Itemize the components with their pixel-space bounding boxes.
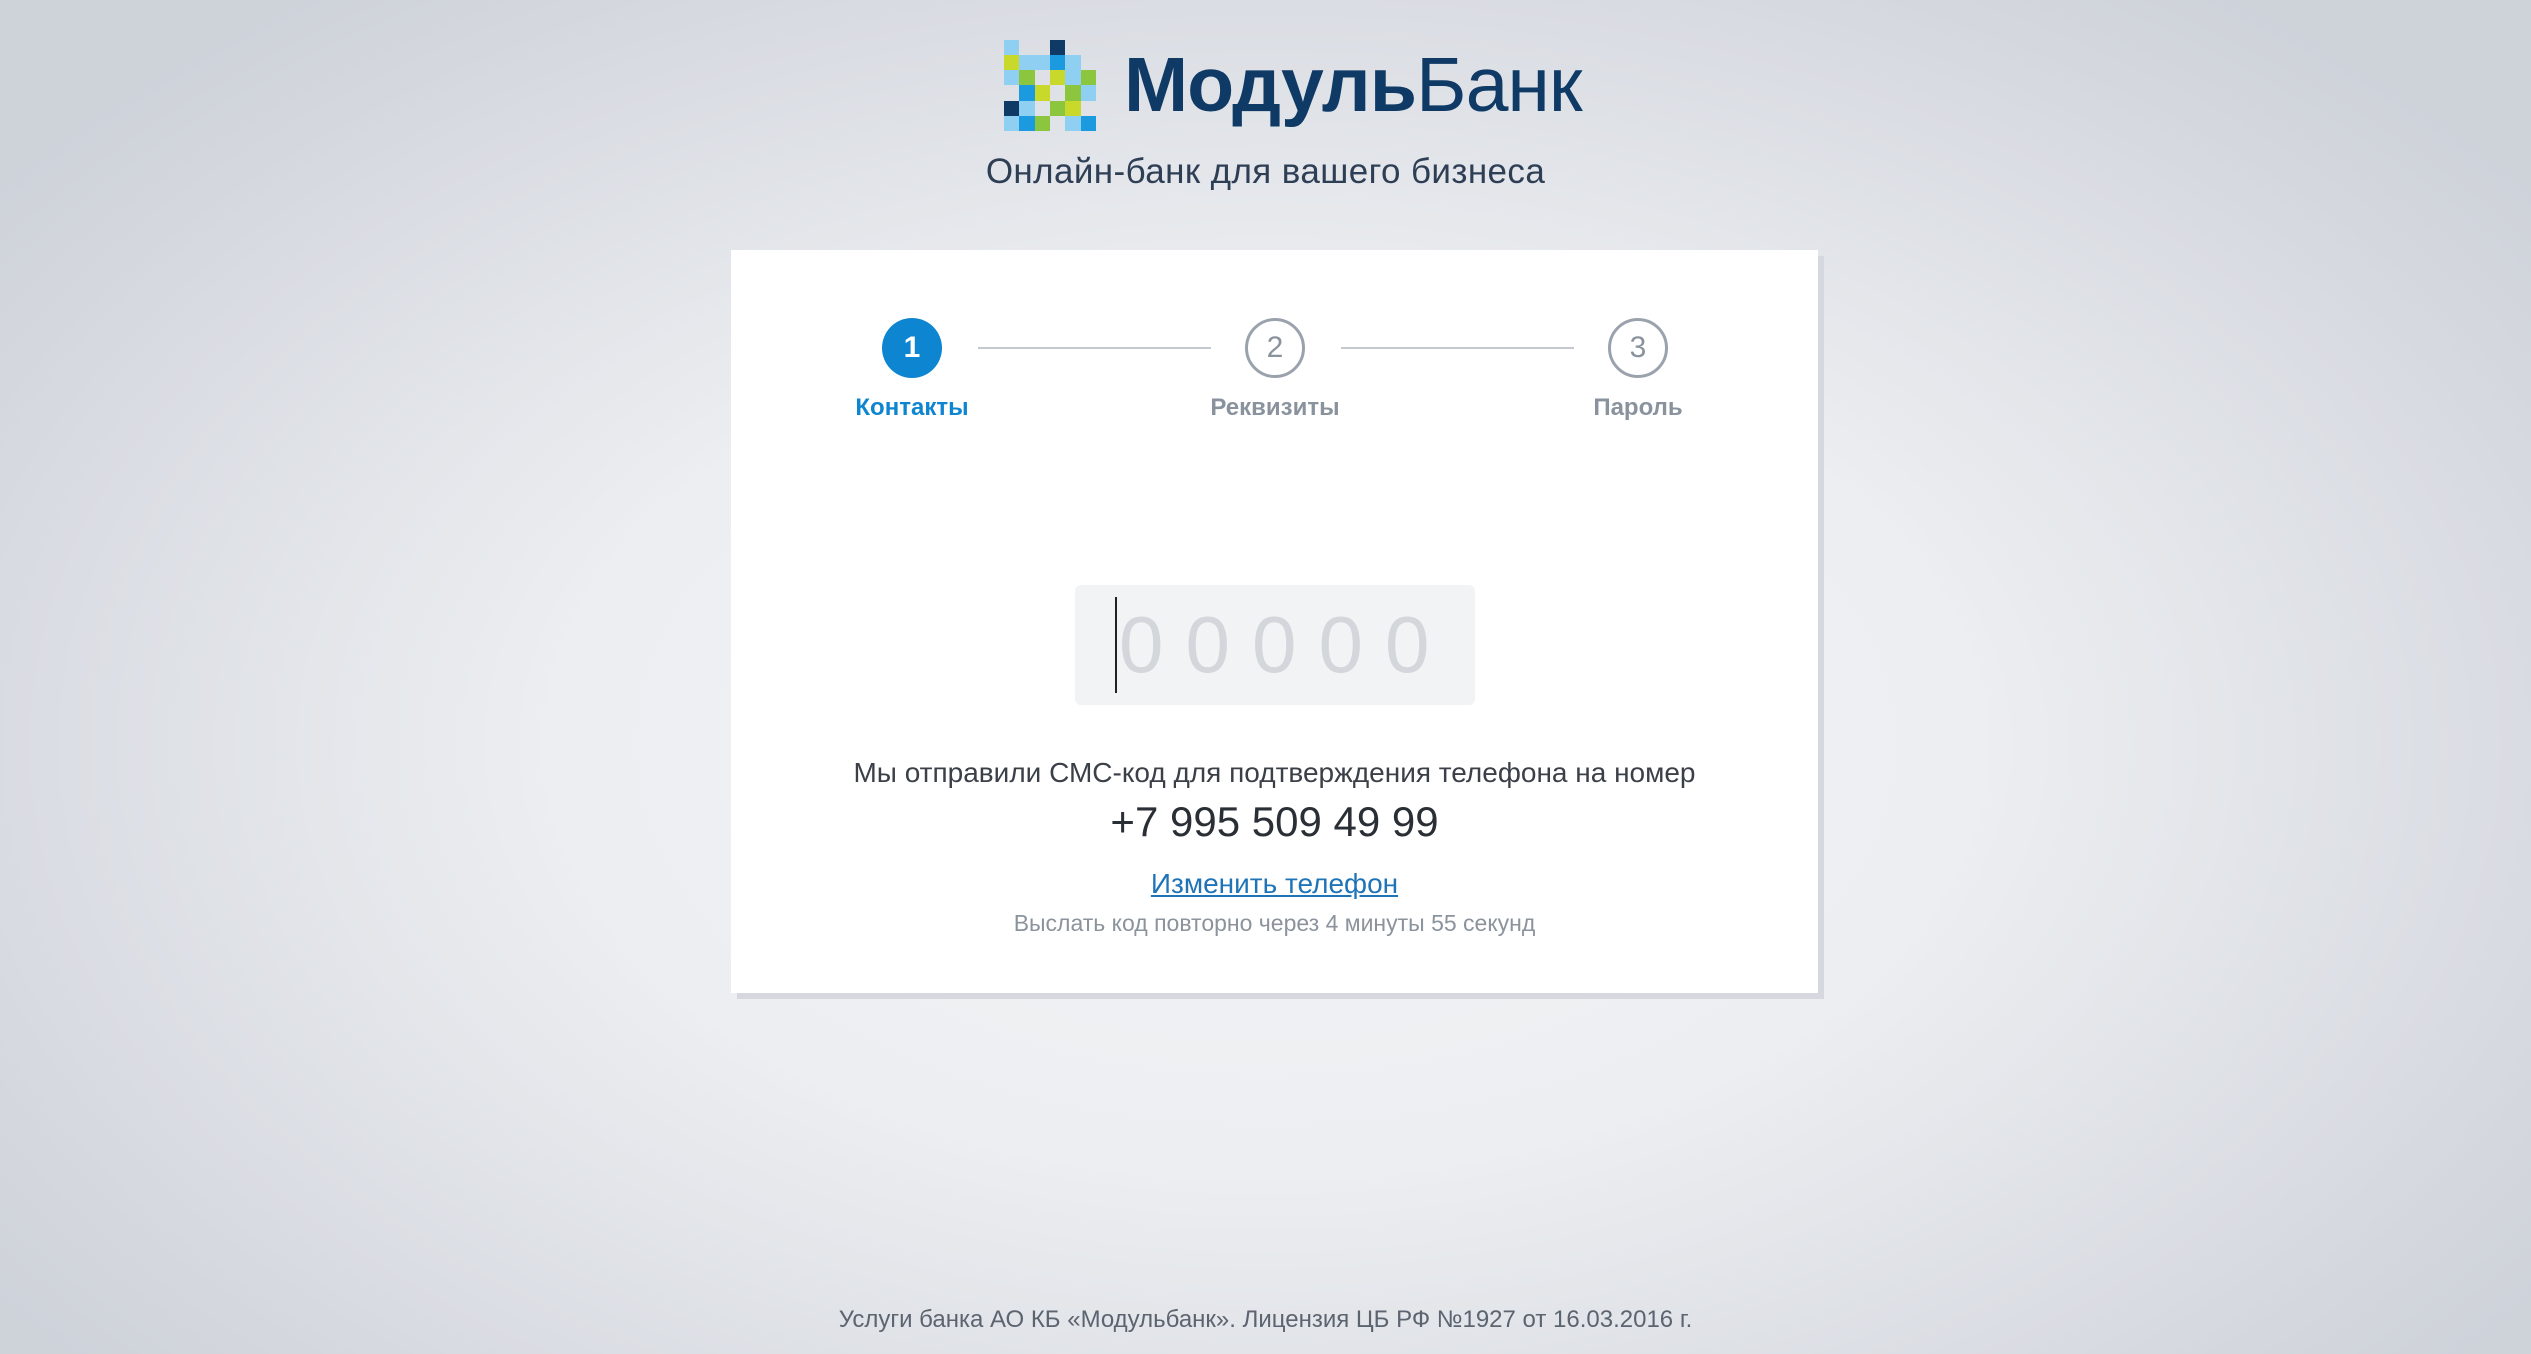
text-caret [1115,597,1117,693]
step-1-circle: 1 [882,318,942,378]
sms-code-input[interactable]: 00000 [1075,585,1475,705]
logo-word-light: Банк [1416,42,1583,128]
sms-code-placeholder: 00000 [1119,600,1452,689]
change-phone-row: Изменить телефон [731,868,1818,900]
modulbank-logo: МодульБанк [1004,38,1583,133]
step-contacts: 1 Контакты [812,318,1012,422]
logo-wordmark: МодульБанк [1124,47,1583,124]
step-3-circle: 3 [1608,318,1668,378]
step-3-label: Пароль [1593,394,1683,421]
resend-timer-text: Выслать код повторно через 4 минуты 55 с… [1013,910,1536,936]
sms-sent-message: Мы отправили СМС-код для подтверждения т… [853,757,1696,788]
logo-word-bold: Модуль [1124,42,1417,128]
registration-card: 1 Контакты 2 Реквизиты 3 Пароль 00000 Мы… [731,250,1818,993]
step-1-label: Контакты [855,394,969,421]
step-2-circle: 2 [1245,318,1305,378]
footer-license-text: Услуги банка АО КБ «Модульбанк». Лицензи… [838,1306,1693,1333]
phone-number: +7 995 509 49 99 [1110,798,1439,845]
step-password: 3 Пароль [1538,318,1738,422]
step-2-label: Реквизиты [1210,394,1340,421]
change-phone-link[interactable]: Изменить телефон [1151,868,1398,899]
tagline: Онлайн-банк для вашего бизнеса [985,152,1546,191]
step-requisites: 2 Реквизиты [1175,318,1375,422]
logo-mark-icon [1004,39,1096,132]
